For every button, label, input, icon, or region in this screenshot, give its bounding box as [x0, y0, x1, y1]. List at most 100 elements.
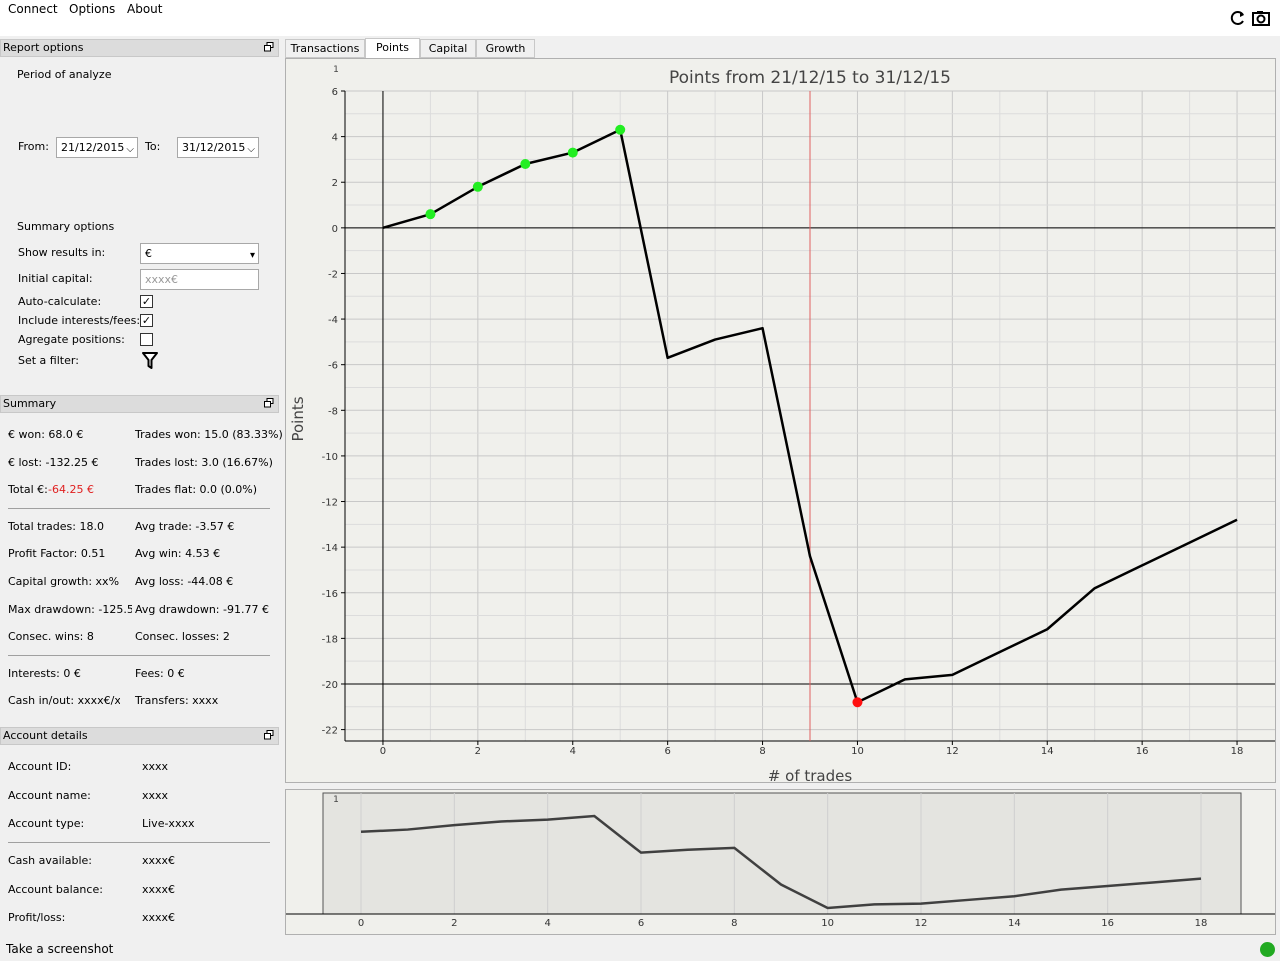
y-tick-label: -22 — [322, 726, 338, 737]
y-tick-label: -2 — [328, 269, 338, 280]
filter-icon[interactable] — [142, 352, 158, 370]
avg-loss-stat: Avg loss: -44.08 € — [135, 575, 234, 588]
y-tick-label: -18 — [322, 634, 338, 645]
to-date-picker[interactable]: 31/12/2015 ⌵ — [177, 137, 259, 158]
show-results-label: Show results in: — [18, 246, 106, 259]
y-tick-label: 2 — [332, 178, 338, 189]
account-id-value: xxxx — [142, 760, 169, 773]
include-fees-checkbox[interactable]: ✓ — [140, 314, 153, 327]
account-name-label: Account name: — [8, 789, 91, 802]
account-name-value: xxxx — [142, 789, 169, 802]
check-icon: ✓ — [141, 314, 152, 327]
win-point — [472, 181, 483, 192]
interests-stat: Interests: 0 € — [8, 667, 81, 680]
account-balance-value: xxxx€ — [142, 883, 176, 896]
tab-capital[interactable]: Capital — [420, 39, 476, 58]
account-details-title: Account details — [0, 727, 279, 745]
float-icon[interactable] — [264, 42, 274, 52]
initial-capital-placeholder: xxxx€ — [145, 273, 179, 286]
status-bar: Take a screenshot — [0, 940, 1280, 961]
transfers-stat: Transfers: xxxx — [135, 694, 219, 707]
consec-losses-stat: Consec. losses: 2 — [135, 630, 230, 643]
check-icon: ✓ — [141, 295, 152, 308]
tab-growth[interactable]: Growth — [476, 39, 535, 58]
divider — [8, 655, 270, 656]
refresh-icon[interactable] — [1228, 8, 1248, 31]
win-point — [615, 124, 626, 135]
total-trades-stat: Total trades: 18.0 — [8, 520, 104, 533]
y-tick-label: 4 — [332, 133, 338, 144]
float-icon[interactable] — [264, 398, 274, 408]
period-label: Period of analyze — [17, 68, 112, 81]
from-label: From: — [18, 140, 49, 153]
navigator-chart[interactable]: 0 2 4 6 8 10 12 14 16 18 1 — [286, 790, 1275, 934]
y-tick-label: -20 — [322, 680, 338, 691]
x-tick-label: 18 — [1231, 746, 1244, 757]
status-text: Take a screenshot — [6, 942, 114, 956]
chevron-down-icon: ⌵ — [126, 144, 134, 155]
x-tick-label: 16 — [1136, 746, 1149, 757]
x-tick-label: 12 — [946, 746, 959, 757]
to-date-value: 31/12/2015 — [182, 141, 246, 154]
y-tick-label: -8 — [328, 406, 338, 417]
x-tick-label: 10 — [851, 746, 864, 757]
consec-wins-stat: Consec. wins: 8 — [8, 630, 94, 643]
auto-calculate-checkbox[interactable]: ✓ — [140, 295, 153, 308]
navigator-tick-label: 12 — [915, 918, 928, 929]
capital-growth-stat: Capital growth: xx% — [8, 575, 120, 588]
navigator-tick-label: 14 — [1008, 918, 1021, 929]
y-tick-label: 0 — [332, 224, 338, 235]
y-axis-label: Points — [289, 396, 307, 441]
trades-lost-stat: Trades lost: 3.0 (16.67%) — [135, 456, 273, 469]
x-tick-label: 0 — [380, 746, 386, 757]
y-tick-label: 6 — [332, 87, 338, 98]
y-tick-label: -6 — [328, 361, 338, 372]
total-stat-value: -64.25 € — [48, 483, 94, 496]
profit-loss-label: Profit/loss: — [8, 911, 66, 924]
x-tick-label: 6 — [664, 746, 670, 757]
menu-connect[interactable]: Connect — [8, 2, 58, 16]
points-chart[interactable]: 0 2 4 6 8 10 12 14 16 18 6 4 2 0 -2 -4 -6 -8 -10 -12 -14 -16 -… — [286, 59, 1275, 785]
from-date-picker[interactable]: 21/12/2015 ⌵ — [56, 137, 138, 158]
to-label: To: — [145, 140, 161, 153]
navigator-tick-label: 8 — [731, 918, 737, 929]
tab-points[interactable]: Points — [365, 38, 420, 59]
navigator-tick-label: 0 — [358, 918, 364, 929]
avg-win-stat: Avg win: 4.53 € — [135, 547, 221, 560]
chart-title: Points from 21/12/15 to 31/12/15 — [669, 68, 951, 88]
show-results-select[interactable]: € ▾ — [140, 243, 259, 264]
navigator-corner-label: 1 — [333, 795, 339, 805]
fees-stat: Fees: 0 € — [135, 667, 185, 680]
x-axis-label: # of trades — [768, 767, 853, 782]
trades-won-stat: Trades won: 15.0 (83.33%) — [135, 428, 283, 441]
cash-available-value: xxxx€ — [142, 854, 176, 867]
won-stat: € won: 68.0 € — [8, 428, 84, 441]
auto-calculate-label: Auto-calculate: — [18, 295, 102, 308]
account-balance-label: Account balance: — [8, 883, 103, 896]
max-drawdown-stat: Max drawdown: -125.5 € — [8, 603, 132, 616]
y-tick-label: -12 — [322, 498, 338, 509]
caret-down-icon: ▾ — [249, 250, 255, 261]
account-id-label: Account ID: — [8, 760, 72, 773]
initial-capital-input[interactable]: xxxx€ — [140, 269, 259, 290]
menu-options[interactable]: Options — [69, 2, 115, 16]
corner-label: 1 — [333, 65, 339, 75]
float-icon[interactable] — [264, 730, 274, 740]
report-options-title-text: Report options — [3, 41, 84, 54]
navigator-tick-label: 2 — [451, 918, 457, 929]
tab-transactions[interactable]: Transactions — [285, 39, 365, 58]
win-point — [520, 158, 531, 169]
summary-title: Summary — [0, 395, 279, 413]
navigator-window — [322, 792, 1242, 915]
camera-icon[interactable] — [1251, 8, 1271, 31]
account-type-label: Account type: — [8, 817, 85, 830]
trades-flat-stat: Trades flat: 0.0 (0.0%) — [135, 483, 258, 496]
account-type-value: Live-xxxx — [142, 817, 195, 830]
report-options-title: Report options — [0, 39, 279, 57]
lost-stat: € lost: -132.25 € — [8, 456, 99, 469]
y-tick-label: -10 — [322, 452, 338, 463]
aggregate-checkbox[interactable] — [140, 333, 153, 346]
loss-point — [852, 697, 863, 708]
menu-about[interactable]: About — [127, 2, 162, 16]
x-tick-label: 14 — [1041, 746, 1054, 757]
